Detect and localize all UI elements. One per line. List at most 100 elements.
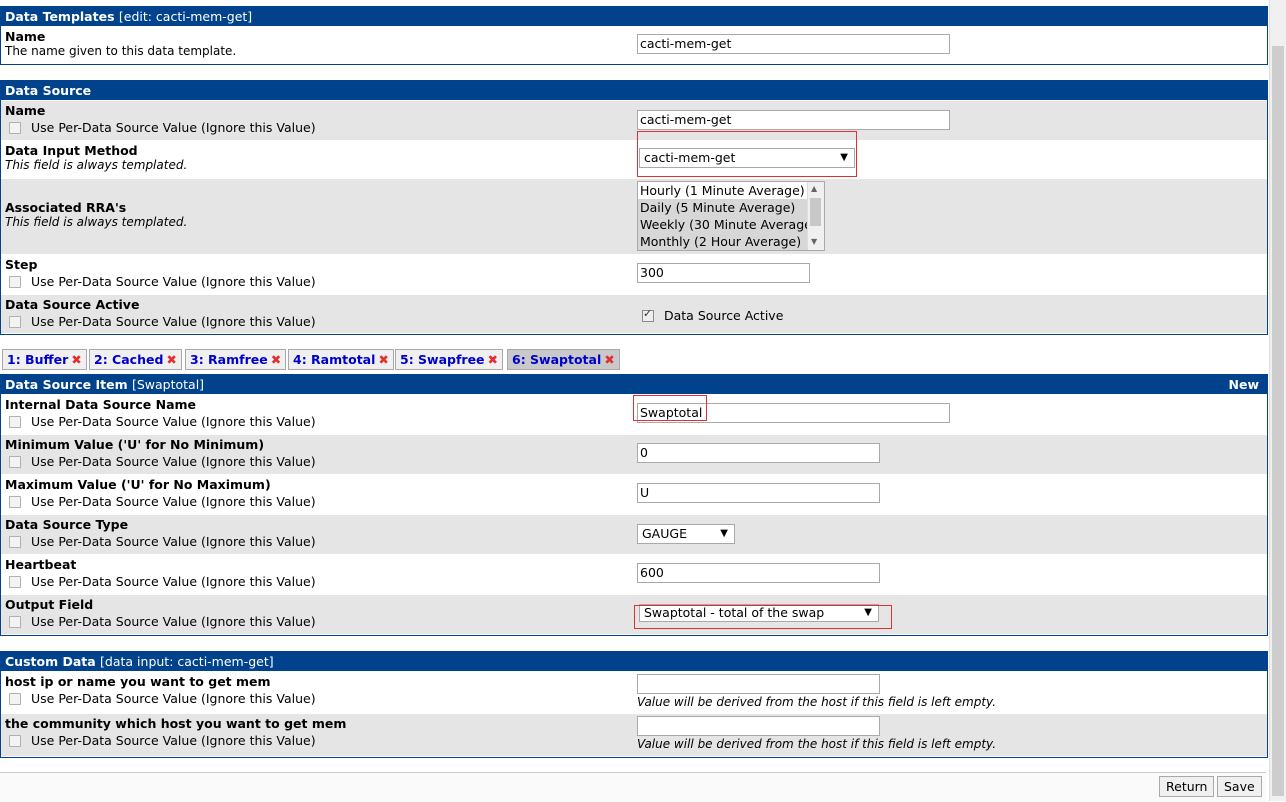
ds-input-method-row: Data Input Method This field is always t… [1, 131, 1267, 178]
save-button[interactable]: Save [1217, 776, 1262, 797]
custom-field-community-hint: Value will be derived from the host if t… [637, 737, 997, 751]
new-item-link[interactable]: New [1229, 375, 1260, 394]
ds-name-per-ds-label: Use Per-Data Source Value (Ignore this V… [31, 120, 316, 135]
data-source-header: Data Source [1, 81, 1267, 100]
min-value-per-ds-checkbox[interactable] [9, 456, 21, 468]
close-icon[interactable]: ✖ [166, 352, 176, 367]
host-per-ds-label: Use Per-Data Source Value (Ignore this V… [31, 691, 316, 706]
tab-swaptotal[interactable]: 6: Swaptotal ✖ [507, 349, 620, 370]
close-icon[interactable]: ✖ [604, 352, 614, 367]
tab-label: 1: Buffer [7, 352, 69, 367]
custom-field-community-row: the community which host you want to get… [1, 713, 1267, 756]
tab-label: 5: Swapfree [400, 352, 485, 367]
ds-active-per-ds-checkbox[interactable] [9, 316, 21, 328]
page-scroll-thumb[interactable] [1272, 46, 1284, 796]
custom-data-title: Custom Data [5, 654, 96, 669]
ds-type-label: Data Source Type [5, 517, 129, 532]
rra-scrollbar[interactable]: ▲ ▼ [807, 182, 824, 250]
tab-ramfree[interactable]: 3: Ramfree ✖ [185, 349, 287, 370]
data-source-title: Data Source [5, 83, 92, 98]
output-field-per-ds-checkbox[interactable] [9, 616, 21, 628]
ds-type-value: GAUGE [642, 526, 687, 541]
ds-name-per-ds-checkbox[interactable] [9, 122, 21, 134]
ds-rra-label: Associated RRA's [5, 200, 127, 215]
scroll-up-icon[interactable]: ▲ [811, 184, 817, 193]
scroll-thumb[interactable] [810, 198, 821, 226]
data-templates-panel: Data Templates [edit: cacti-mem-get] Nam… [0, 6, 1268, 65]
rra-option[interactable]: Hourly (1 Minute Average) [638, 182, 824, 199]
output-field-row: Output Field Use Per-Data Source Value (… [1, 594, 1267, 634]
ds-rra-row: Associated RRA's This field is always te… [1, 178, 1267, 254]
ds-item-panel: Data Source Item [Swaptotal] New Interna… [0, 374, 1268, 636]
custom-data-panel: Custom Data [data input: cacti-mem-get] … [0, 651, 1268, 758]
heartbeat-per-ds-checkbox[interactable] [9, 576, 21, 588]
max-value-per-ds-checkbox[interactable] [9, 496, 21, 508]
min-value-input[interactable]: 0 [637, 443, 880, 463]
template-name-input[interactable]: cacti-mem-get [637, 34, 950, 54]
ds-step-input[interactable]: 300 [637, 263, 810, 283]
scroll-down-icon[interactable]: ▼ [811, 237, 817, 246]
rra-option[interactable]: Weekly (30 Minute Average) [638, 216, 824, 233]
ds-name-input[interactable]: cacti-mem-get [637, 110, 950, 130]
tab-swapfree[interactable]: 5: Swapfree ✖ [395, 349, 504, 370]
close-icon[interactable]: ✖ [378, 352, 388, 367]
min-value-row: Minimum Value ('U' for No Minimum) Use P… [1, 434, 1267, 474]
custom-field-host-hint: Value will be derived from the host if t… [637, 695, 997, 709]
output-field-label: Output Field [5, 597, 94, 612]
tab-cached[interactable]: 2: Cached ✖ [89, 349, 182, 370]
tab-label: 2: Cached [94, 352, 164, 367]
ds-item-header: Data Source Item [Swaptotal] New [1, 375, 1267, 394]
tab-label: 3: Ramfree [190, 352, 268, 367]
highlight-box [637, 131, 857, 177]
heartbeat-input[interactable]: 600 [637, 563, 880, 583]
page-scrollbar[interactable] [1269, 0, 1286, 801]
ds-step-per-ds-label: Use Per-Data Source Value (Ignore this V… [31, 274, 316, 289]
close-icon[interactable]: ✖ [271, 352, 281, 367]
custom-field-host-row: host ip or name you want to get mem Use … [1, 671, 1267, 713]
community-per-ds-label: Use Per-Data Source Value (Ignore this V… [31, 733, 316, 748]
return-button[interactable]: Return [1159, 776, 1215, 797]
custom-field-community-input[interactable] [637, 716, 880, 736]
template-name-desc: The name given to this data template. [5, 44, 237, 58]
custom-data-header: Custom Data [data input: cacti-mem-get] [1, 652, 1267, 671]
rra-option[interactable]: Daily (5 Minute Average) [638, 199, 824, 216]
chevron-down-icon: ▼ [720, 528, 728, 539]
internal-name-label: Internal Data Source Name [5, 397, 197, 412]
ds-name-row: Name Use Per-Data Source Value (Ignore t… [1, 100, 1267, 140]
internal-name-per-ds-label: Use Per-Data Source Value (Ignore this V… [31, 414, 316, 429]
ds-input-method-note: This field is always templated. [5, 158, 188, 172]
heartbeat-row: Heartbeat Use Per-Data Source Value (Ign… [1, 554, 1267, 594]
close-icon[interactable]: ✖ [488, 352, 498, 367]
internal-name-per-ds-checkbox[interactable] [9, 416, 21, 428]
max-value-input[interactable]: U [637, 483, 880, 503]
ds-rra-note: This field is always templated. [5, 215, 188, 229]
tab-label: 4: Ramtotal [293, 352, 376, 367]
community-per-ds-checkbox[interactable] [9, 735, 21, 747]
max-value-row: Maximum Value ('U' for No Maximum) Use P… [1, 474, 1267, 514]
ds-name-label: Name [5, 103, 46, 118]
ds-active-row: Data Source Active Use Per-Data Source V… [1, 294, 1267, 333]
tab-buffer[interactable]: 1: Buffer ✖ [2, 349, 87, 370]
ds-type-per-ds-checkbox[interactable] [9, 536, 21, 548]
ds-active-label: Data Source Active [5, 297, 140, 312]
close-icon[interactable]: ✖ [71, 352, 81, 367]
footer-bar [0, 772, 1266, 802]
max-value-per-ds-label: Use Per-Data Source Value (Ignore this V… [31, 494, 316, 509]
tab-ramtotal[interactable]: 4: Ramtotal ✖ [288, 349, 394, 370]
ds-step-per-ds-checkbox[interactable] [9, 276, 21, 288]
host-per-ds-checkbox[interactable] [9, 693, 21, 705]
data-templates-title: Data Templates [5, 9, 115, 24]
ds-item-subtitle: [Swaptotal] [131, 377, 205, 392]
ds-rra-listbox[interactable]: Hourly (1 Minute Average) Daily (5 Minut… [637, 181, 825, 251]
ds-type-select[interactable]: GAUGE ▼ [637, 524, 735, 544]
heartbeat-label: Heartbeat [5, 557, 77, 572]
min-value-per-ds-label: Use Per-Data Source Value (Ignore this V… [31, 454, 316, 469]
heartbeat-per-ds-label: Use Per-Data Source Value (Ignore this V… [31, 574, 316, 589]
custom-field-community-label: the community which host you want to get… [5, 716, 347, 731]
data-templates-subtitle: [edit: cacti-mem-get] [118, 9, 253, 24]
ds-active-checkbox[interactable] [642, 307, 654, 322]
rra-option[interactable]: Monthly (2 Hour Average) [638, 233, 824, 250]
ds-type-row: Data Source Type Use Per-Data Source Val… [1, 514, 1267, 554]
custom-field-host-input[interactable] [637, 674, 880, 694]
tab-label: 6: Swaptotal [512, 352, 602, 367]
